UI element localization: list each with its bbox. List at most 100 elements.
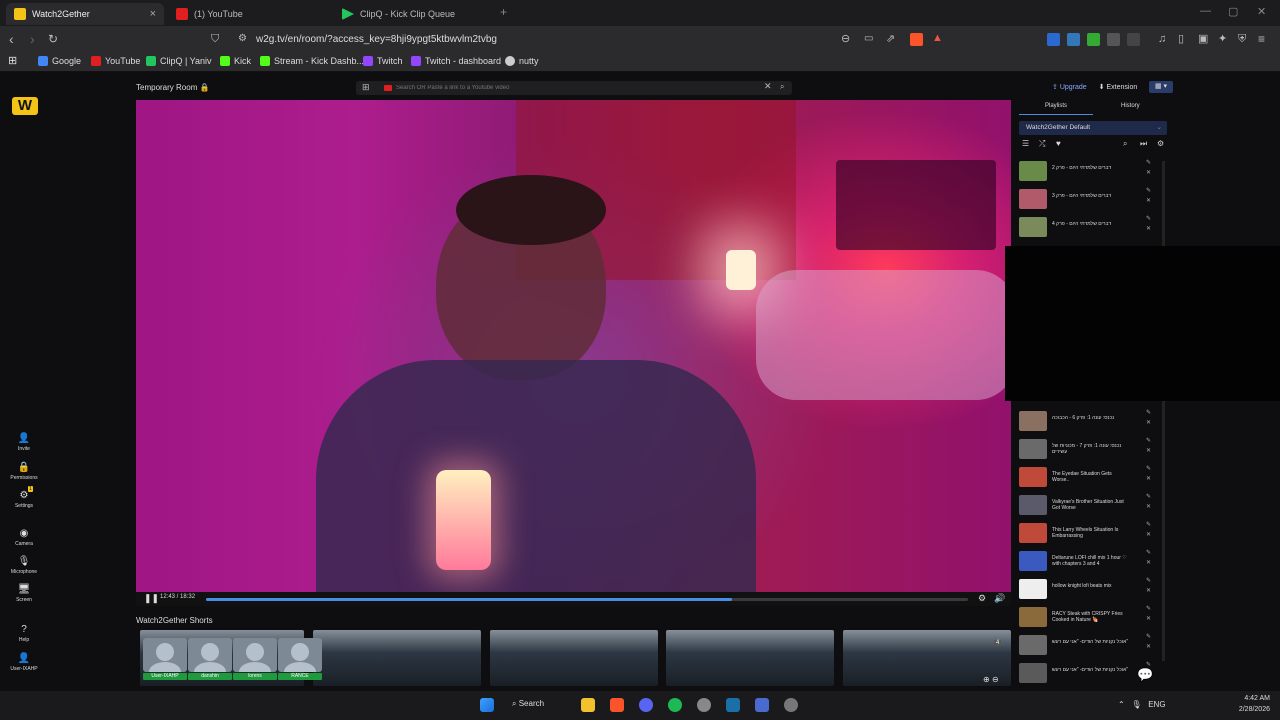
edit-icon[interactable]: ✎	[1146, 187, 1151, 194]
zoom-in-icon[interactable]: ⊕	[983, 675, 990, 684]
obs-icon[interactable]	[697, 698, 711, 712]
playlist-item[interactable]: Deltarune LOFI chill mix 1 hour ♡ with c…	[1019, 549, 1159, 575]
user-button[interactable]: 👤 User-IXAHP	[4, 653, 44, 672]
chat-icon[interactable]: 💬	[1137, 667, 1153, 683]
microphone-button[interactable]: 🎙 Microphone	[4, 556, 44, 575]
short-thumbnail[interactable]	[490, 630, 658, 686]
room-title[interactable]: Temporary Room 🔒	[136, 83, 210, 92]
menu-icon[interactable]: ≡	[1258, 32, 1265, 46]
remove-icon[interactable]: ✕	[1146, 447, 1151, 454]
remove-icon[interactable]: ✕	[1146, 531, 1151, 538]
playlist-item[interactable]: דברים שלמדתי היום - פרק 3 ✎ ✕	[1019, 187, 1159, 213]
new-tab-button[interactable]: +	[500, 5, 507, 19]
spotify-icon[interactable]	[668, 698, 682, 712]
apps-icon[interactable]: ⊞	[8, 54, 17, 67]
short-thumbnail[interactable]	[313, 630, 481, 686]
tab-watch2gether[interactable]: Watch2Gether ×	[6, 3, 164, 25]
remove-icon[interactable]: ✕	[1146, 475, 1151, 482]
search-icon[interactable]: ⌕	[1123, 139, 1127, 149]
remove-icon[interactable]: ✕	[1146, 225, 1151, 232]
playlist-item[interactable]: Valkyrae's Brother Situation Just Got Wo…	[1019, 493, 1159, 519]
playlist-item[interactable]: אוכל נקניות של הודים- "אני עם רעש" ✎ ✕	[1019, 633, 1159, 659]
playlist-item[interactable]: This Larry Wheels Situation Is Embarrass…	[1019, 521, 1159, 547]
camera-button[interactable]: ◉ Camera	[4, 528, 44, 547]
playlist-item[interactable]: נכנס: עונה 1: פרק 7 - מכוניות של עשירים ✎…	[1019, 437, 1159, 463]
shuffle-icon[interactable]: ⤮	[1039, 139, 1045, 149]
settings-button[interactable]: ⚙ Settings 1	[4, 486, 44, 509]
playlist-item[interactable]: The Eyedae Situation Gets Worse.. ✎ ✕	[1019, 465, 1159, 491]
brave-icon[interactable]	[610, 698, 624, 712]
user-tile[interactable]: danshin	[188, 638, 232, 682]
reload-icon[interactable]: ↻	[48, 32, 58, 46]
remove-icon[interactable]: ✕	[1146, 587, 1151, 594]
heart-icon[interactable]: ♥	[1056, 139, 1061, 148]
edit-icon[interactable]: ✎	[1146, 577, 1151, 584]
zoom-out-icon[interactable]: ⊖	[992, 675, 999, 684]
edit-icon[interactable]: ✎	[1146, 465, 1151, 472]
close-window-button[interactable]: ✕	[1257, 5, 1266, 18]
steam-icon[interactable]	[726, 698, 740, 712]
short-thumbnail[interactable]	[666, 630, 834, 686]
extension-1-icon[interactable]	[1047, 33, 1060, 46]
clear-search-icon[interactable]: ✕	[764, 81, 772, 92]
invite-button[interactable]: 👤 Invite	[4, 433, 44, 452]
brave-shields-icon[interactable]	[910, 33, 923, 46]
bookmark-kick[interactable]: Kick	[220, 56, 251, 66]
volume-icon[interactable]: 🔊	[994, 593, 1005, 604]
player-settings-icon[interactable]: ⚙	[978, 593, 986, 604]
edit-icon[interactable]: ✎	[1146, 633, 1151, 640]
bookmark-clipq[interactable]: ClipQ | Yaniv	[146, 56, 212, 66]
brave-rewards-icon[interactable]: ▲	[932, 32, 945, 45]
playlist-item[interactable]: hollow knight lofi beats mix ✎ ✕	[1019, 577, 1159, 603]
close-tab-icon[interactable]: ×	[150, 8, 156, 20]
help-button[interactable]: ? Help	[4, 624, 44, 643]
remove-icon[interactable]: ✕	[1146, 643, 1151, 650]
site-info-icon[interactable]: ⚙	[238, 32, 247, 46]
extension-4-icon[interactable]	[1107, 33, 1120, 46]
extension-5-icon[interactable]	[1127, 33, 1140, 46]
discord-icon[interactable]	[639, 698, 653, 712]
edit-icon[interactable]: ✎	[1146, 437, 1151, 444]
minimize-button[interactable]: —	[1200, 5, 1211, 17]
user-tile[interactable]: lorens	[233, 638, 277, 682]
clock[interactable]: 4:42 AM 2/28/2026	[1228, 693, 1270, 715]
sidebar-icon[interactable]: ▯	[1178, 32, 1184, 46]
user-tile[interactable]: RANCE	[278, 638, 322, 682]
leo-icon[interactable]: ✦	[1218, 32, 1227, 46]
grid-icon[interactable]: ⊞	[362, 82, 370, 93]
edit-icon[interactable]: ✎	[1146, 493, 1151, 500]
forward-icon[interactable]: ›	[30, 32, 35, 46]
permissions-button[interactable]: 🔒 Permissions	[4, 462, 44, 481]
url-field[interactable]: w2g.tv/en/room/?access_key=8hji9ypgt5ktb…	[256, 34, 497, 45]
video-player[interactable]	[136, 100, 1011, 592]
watch2gether-logo[interactable]: W	[12, 97, 38, 115]
media-icon[interactable]: ♫	[1158, 32, 1166, 46]
playlist-select[interactable]: Watch2Gether Default ⌄	[1019, 121, 1167, 135]
tab-history[interactable]: History	[1121, 103, 1140, 109]
playlist-item[interactable]: דברים שלמדתי היום - פרק 4 ✎ ✕	[1019, 215, 1159, 241]
windows-start-icon[interactable]	[480, 698, 494, 712]
edit-icon[interactable]: ✎	[1146, 521, 1151, 528]
video-search-input[interactable]	[396, 82, 756, 94]
remove-icon[interactable]: ✕	[1146, 169, 1151, 176]
extension-2-icon[interactable]	[1067, 33, 1080, 46]
edit-icon[interactable]: ✎	[1146, 215, 1151, 222]
back-icon[interactable]: ‹	[9, 32, 14, 46]
search-icon[interactable]: ⌕	[780, 82, 784, 92]
bookmark-twitch-dashboard[interactable]: Twitch - dashboard	[411, 56, 501, 66]
upgrade-link[interactable]: ⇪ Upgrade	[1052, 83, 1087, 91]
playlist-item[interactable]: נכנס: עונה 1: פרק 6 - הכבוכה ✎ ✕	[1019, 409, 1159, 435]
screen-button[interactable]: 🖥 Screen	[4, 584, 44, 603]
bookmark-twitch[interactable]: Twitch	[363, 56, 403, 66]
remove-icon[interactable]: ✕	[1146, 503, 1151, 510]
bookmark-kick-dashboard[interactable]: Stream - Kick Dashb...	[260, 56, 364, 66]
user-tile[interactable]: User-IXAHP	[143, 638, 187, 682]
playlist-item[interactable]: דברים שלמדתי היום - פרק 2 ✎ ✕	[1019, 159, 1159, 185]
remove-icon[interactable]: ✕	[1146, 419, 1151, 426]
maximize-button[interactable]: ▢	[1228, 5, 1238, 18]
bookmark-youtube[interactable]: YouTube	[91, 56, 140, 66]
skip-icon[interactable]: ⏭	[1140, 139, 1147, 149]
tab-playlists[interactable]: Playlists	[1045, 103, 1067, 109]
bookmark-icon[interactable]: ⛉	[211, 32, 219, 46]
extension-3-icon[interactable]	[1087, 33, 1100, 46]
